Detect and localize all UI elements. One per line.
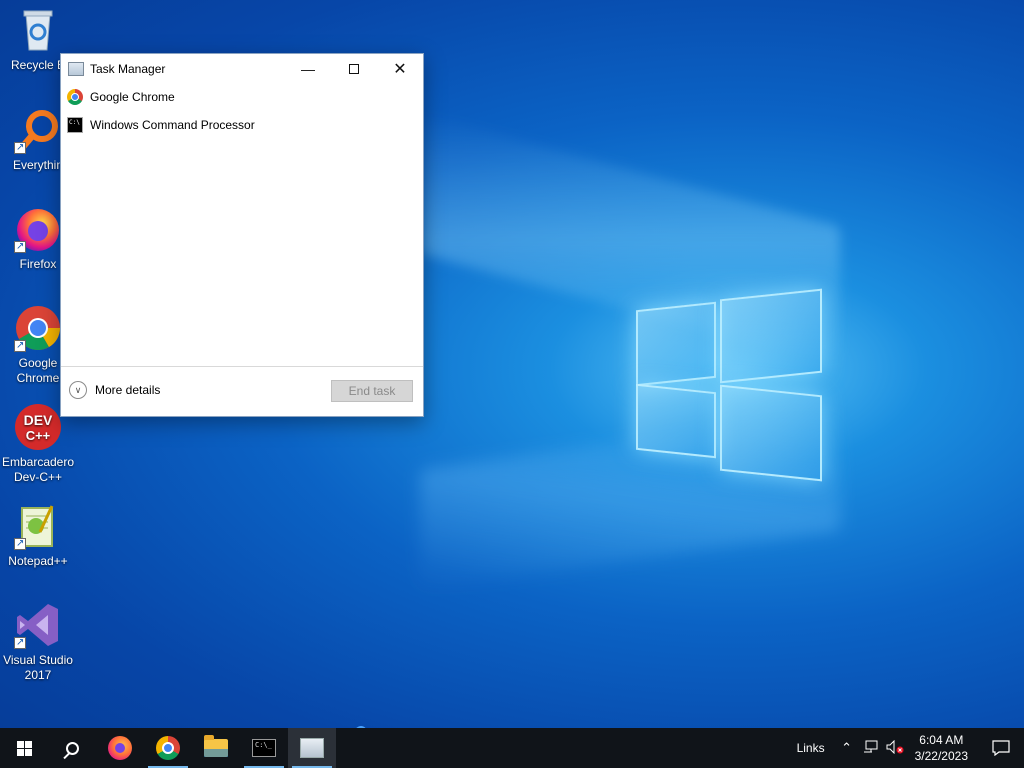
wallpaper-windows-logo: [636, 288, 822, 482]
everything-search-icon: [14, 106, 62, 155]
network-icon[interactable]: [859, 740, 883, 757]
desktop-icon-notepadpp[interactable]: Notepad++: [0, 502, 76, 569]
desktop-icon-label: Dev-C++: [13, 470, 63, 484]
notification-icon: [992, 740, 1010, 756]
devcpp-icon: DEV C++: [14, 403, 62, 451]
window-footer: ∨ More details End task: [61, 366, 423, 416]
close-button[interactable]: ✕: [377, 54, 423, 83]
minimize-icon: —: [301, 60, 315, 77]
cmd-icon: [252, 739, 276, 757]
taskbar-cmd[interactable]: [240, 728, 288, 768]
app-list-item-google-chrome[interactable]: Google Chrome: [61, 83, 423, 111]
shortcut-arrow-icon: [14, 338, 26, 353]
system-tray: Links ⌃ 6:04 AM 3/22/2023: [797, 728, 1024, 768]
chrome-icon: [156, 736, 180, 760]
chrome-icon: [14, 304, 62, 353]
start-button[interactable]: [0, 728, 48, 768]
maximize-button[interactable]: [331, 54, 377, 83]
recycle-bin-icon: [14, 6, 62, 54]
more-details-button[interactable]: ∨ More details: [69, 381, 160, 399]
svg-text:DEV: DEV: [24, 412, 53, 428]
svg-text:C++: C++: [26, 428, 51, 443]
task-manager-icon: [300, 738, 324, 758]
task-manager-window[interactable]: Task Manager — ✕ Google Chrome Windows C…: [60, 53, 424, 417]
firefox-icon: [108, 736, 132, 760]
firefox-icon: [14, 205, 62, 254]
windows-start-icon: [16, 740, 32, 756]
chrome-icon: [67, 89, 83, 105]
volume-muted-icon[interactable]: [883, 739, 907, 757]
desktop-icon-label: Embarcadero: [1, 455, 75, 469]
shortcut-arrow-icon: [14, 140, 26, 155]
shortcut-arrow-icon: [14, 635, 26, 650]
notepadpp-icon: [14, 502, 62, 551]
shortcut-arrow-icon: [14, 239, 26, 254]
search-icon: [65, 741, 79, 755]
app-name: Windows Command Processor: [90, 118, 255, 132]
app-list-item-command-processor[interactable]: Windows Command Processor: [61, 111, 423, 139]
close-icon: ✕: [393, 60, 407, 78]
clock-date: 3/22/2023: [914, 749, 968, 763]
cmd-icon: [67, 117, 83, 133]
clock-time: 6:04 AM: [919, 733, 964, 747]
desktop-icon-visual-studio[interactable]: Visual Studio 2017: [0, 601, 76, 683]
window-title: Task Manager: [90, 61, 166, 76]
desktop-icon-label: 2017: [24, 668, 52, 682]
task-manager-icon: [68, 61, 84, 76]
taskbar-chrome[interactable]: [144, 728, 192, 768]
taskbar-firefox[interactable]: [96, 728, 144, 768]
taskbar-file-explorer[interactable]: [192, 728, 240, 768]
links-toolbar[interactable]: Links: [797, 741, 825, 755]
app-list: Google Chrome Windows Command Processor: [61, 83, 423, 139]
maximize-icon: [349, 63, 359, 74]
shortcut-arrow-icon: [14, 536, 26, 551]
app-name: Google Chrome: [90, 90, 175, 104]
more-details-label: More details: [95, 383, 161, 397]
desktop-icon-label: Notepad++: [8, 554, 68, 568]
chevron-down-icon: ∨: [69, 381, 87, 399]
action-center-button[interactable]: [978, 728, 1024, 768]
minimize-button[interactable]: —: [285, 54, 331, 83]
desktop-icon-label: Visual Studio: [3, 653, 73, 667]
visual-studio-icon: [14, 601, 62, 650]
taskbar: Links ⌃ 6:04 AM 3/22/2023: [0, 728, 1024, 768]
chevron-up-icon[interactable]: ⌃: [835, 740, 859, 756]
folder-icon: [204, 735, 228, 757]
clock[interactable]: 6:04 AM 3/22/2023: [915, 732, 968, 764]
search-button[interactable]: [48, 728, 96, 768]
taskbar-task-manager[interactable]: [288, 728, 336, 768]
end-task-button[interactable]: End task: [331, 380, 413, 402]
window-titlebar[interactable]: Task Manager — ✕: [61, 54, 423, 83]
